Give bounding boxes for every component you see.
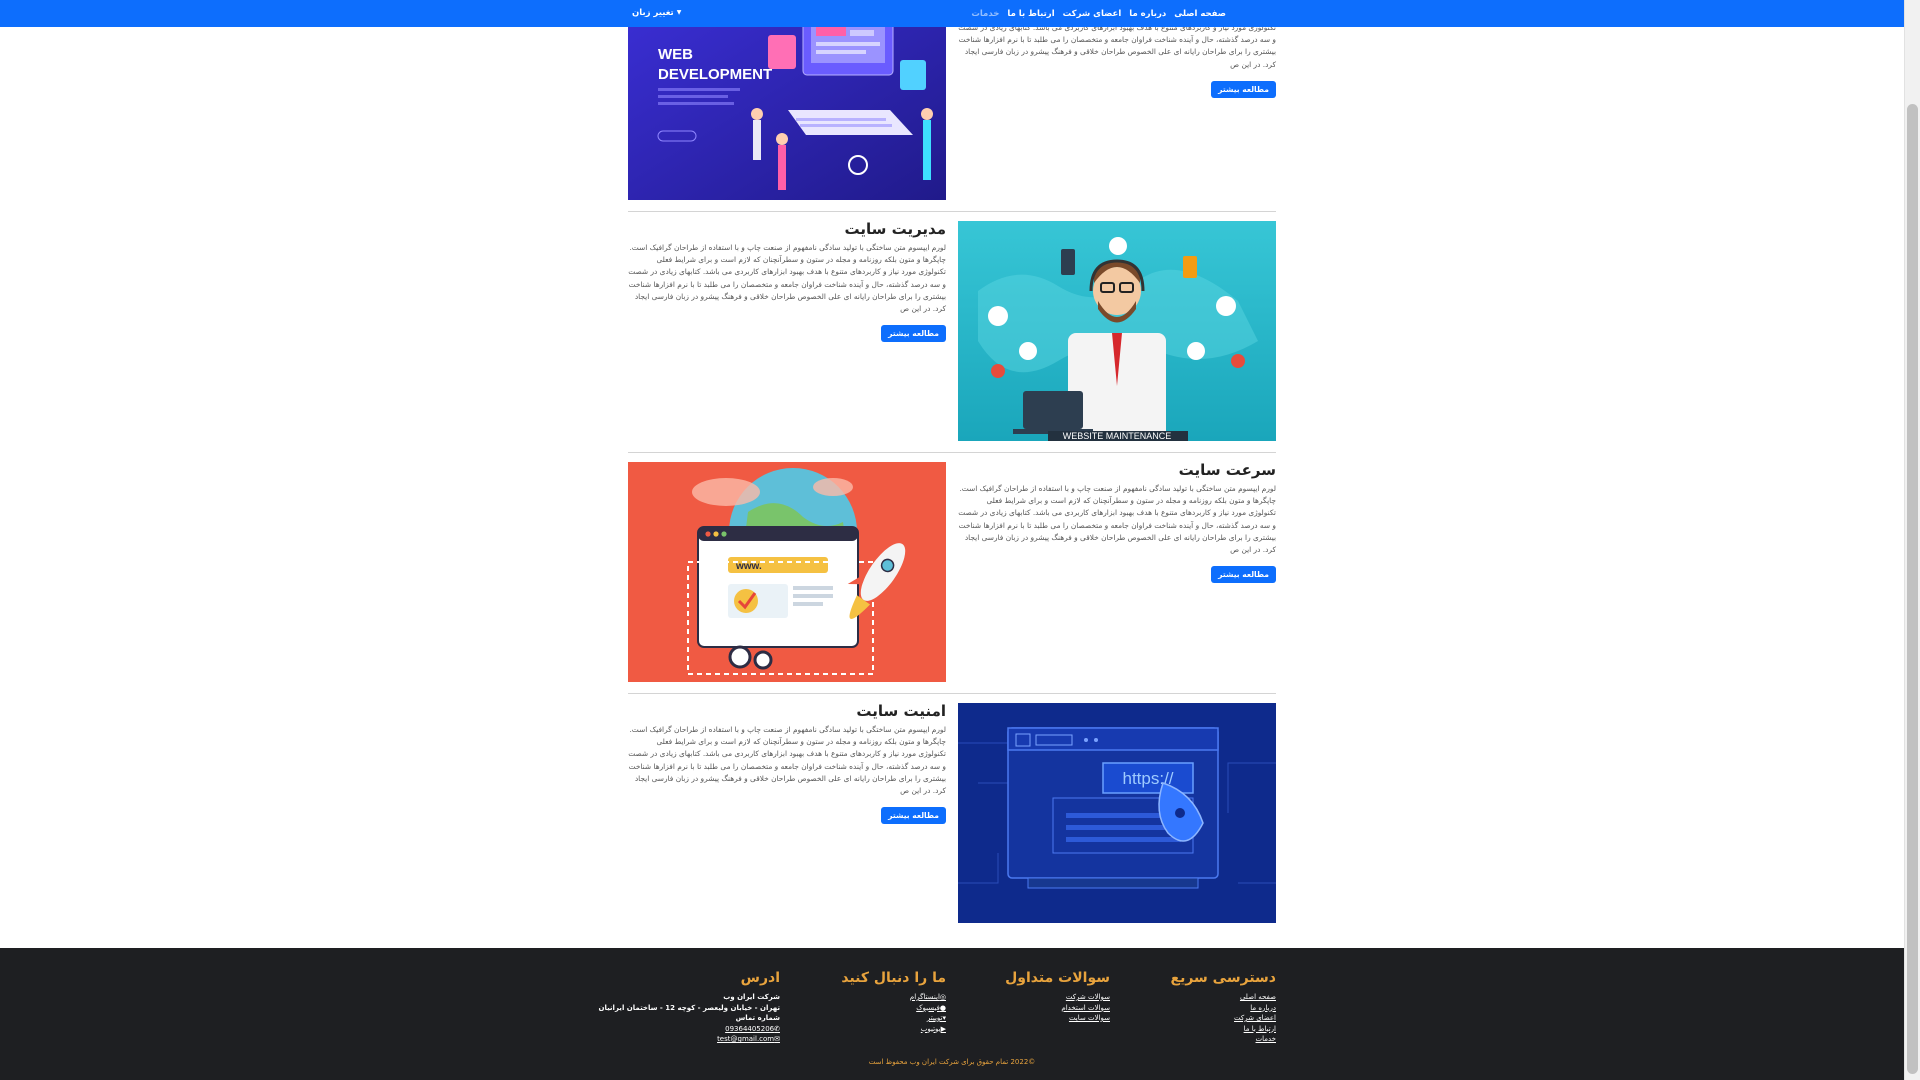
footer-address: ادرس شرکت ایران وب تهران - خیابان ولیعصر… xyxy=(598,970,780,1045)
facebook-icon: ● xyxy=(939,1003,946,1012)
service-4-text: امنیت سایت لورم ایپسوم متن ساختگی با تول… xyxy=(628,701,946,825)
site-security-illustration: https:// xyxy=(958,703,1276,923)
web-dev-caption-1: WEB xyxy=(658,46,693,63)
nav-link-members[interactable]: اعضای شرکت xyxy=(1063,9,1122,19)
nav-link-contact[interactable]: ارتباط با ما xyxy=(1007,9,1054,19)
footer-link-site-faq[interactable]: سوالات سایت xyxy=(1005,1013,1110,1024)
service-description: لورم ایپسوم متن ساختگی با تولید سادگی نا… xyxy=(628,243,946,314)
twitter-label: توییتر xyxy=(926,1014,943,1022)
site-security-image: https:// xyxy=(958,703,1276,923)
email-link[interactable]: ✉test@gmail.com xyxy=(598,1034,780,1045)
footer-link-home[interactable]: صفحه اصلی xyxy=(1171,992,1276,1003)
footer-quick-access: دسترسی سریع صفحه اصلی درباره ما اعضای شر… xyxy=(1171,970,1276,1045)
footer-link-about[interactable]: درباره ما xyxy=(1171,1003,1276,1014)
footer-link-company-faq[interactable]: سوالات شرکت xyxy=(1005,992,1110,1003)
read-more-button[interactable]: مطالعه بیشتر xyxy=(881,325,946,343)
maintenance-caption: WEBSITE MAINTENANCE xyxy=(1063,431,1172,441)
twitter-icon: ▾ xyxy=(942,1014,946,1022)
service-title: مدیریت سایت xyxy=(844,220,946,238)
youtube-icon: ▶ xyxy=(940,1024,946,1033)
footer-column-title: سوالات متداول xyxy=(1005,970,1110,986)
phone-number: 09364405206 xyxy=(725,1024,775,1033)
service-2-text: مدیریت سایت لورم ایپسوم متن ساختگی با تو… xyxy=(628,219,946,343)
web-development-illustration: WEB DEVELOPMENT xyxy=(628,0,946,200)
top-navbar: صفحه اصلی درباره ما اعضای شرکت ارتباط با… xyxy=(0,0,1904,27)
instagram-label: اینستاگرام xyxy=(909,993,940,1001)
envelope-icon: ✉ xyxy=(774,1035,780,1043)
phone-link[interactable]: ✆09364405206 xyxy=(598,1024,780,1035)
nav-link-home[interactable]: صفحه اصلی xyxy=(1174,9,1226,19)
footer-link-twitter[interactable]: ▾توییتر xyxy=(841,1013,946,1024)
nav-menu: صفحه اصلی درباره ما اعضای شرکت ارتباط با… xyxy=(971,0,1226,27)
youtube-label: یوتیوب xyxy=(920,1024,941,1033)
copyright-text: ©2022 تمام حقوق برای شرکت ایران وب محفوظ… xyxy=(868,1058,1036,1066)
phone-icon: ✆ xyxy=(774,1024,780,1033)
service-title: سرعت سایت xyxy=(1178,461,1276,479)
nav-link-services[interactable]: خدمات xyxy=(971,9,999,19)
footer-faq: سوالات متداول سوالات شرکت سوالات استخدام… xyxy=(1005,970,1110,1024)
footer-link-contact[interactable]: ارتباط با ما xyxy=(1171,1024,1276,1035)
scrollbar-thumb[interactable] xyxy=(1907,104,1918,1074)
website-maintenance-illustration: WEBSITE MAINTENANCE xyxy=(958,221,1276,441)
language-label: تغییر زبان xyxy=(632,8,674,18)
email-address: test@gmail.com xyxy=(717,1035,775,1043)
site-speed-illustration: www. xyxy=(628,462,946,682)
footer-link-members[interactable]: اعضای شرکت xyxy=(1171,1013,1276,1024)
divider xyxy=(628,211,1276,212)
service-1-text: تکنولوژی مورد نیاز و کاربردهای متنوع با … xyxy=(958,22,1276,98)
instagram-icon: ◎ xyxy=(939,993,946,1001)
site-speed-image: www. xyxy=(628,462,946,682)
service-description: لورم ایپسوم متن ساختگی با تولید سادگی نا… xyxy=(958,484,1276,555)
service-description: لورم ایپسوم متن ساختگی با تولید سادگی نا… xyxy=(628,725,946,796)
street-address: تهران - خیابان ولیعصر - کوچه 12 - ساختما… xyxy=(598,1003,780,1012)
footer-column-title: دسترسی سریع xyxy=(1170,970,1276,986)
service-title: امنیت سایت xyxy=(856,702,946,720)
nav-link-about[interactable]: درباره ما xyxy=(1129,9,1166,19)
phone-label: شماره تماس xyxy=(735,1014,780,1022)
page-scrollbar[interactable] xyxy=(1904,0,1920,1080)
web-development-image: WEB DEVELOPMENT xyxy=(628,0,946,200)
facebook-label: فیسبوک xyxy=(916,1003,940,1012)
read-more-button[interactable]: مطالعه بیشتر xyxy=(1211,80,1276,98)
website-maintenance-image: WEBSITE MAINTENANCE xyxy=(958,221,1276,441)
web-dev-caption-2: DEVELOPMENT xyxy=(658,66,772,83)
footer-link-youtube[interactable]: ▶یوتیوب xyxy=(841,1024,946,1035)
read-more-button[interactable]: مطالعه بیشتر xyxy=(1211,566,1276,584)
footer-link-instagram[interactable]: ◎اینستاگرام xyxy=(841,992,946,1003)
divider xyxy=(628,452,1276,453)
chevron-down-icon: ▼ xyxy=(676,9,682,16)
company-name: شرکت ایران وب xyxy=(723,993,780,1001)
site-footer: دسترسی سریع صفحه اصلی درباره ما اعضای شر… xyxy=(0,948,1904,1080)
footer-link-services[interactable]: خدمات xyxy=(1171,1034,1276,1045)
footer-link-hiring-faq[interactable]: سوالات استخدام xyxy=(1005,1003,1110,1014)
footer-column-title: ما را دنبال کنید xyxy=(841,970,946,986)
footer-link-facebook[interactable]: ●فیسبوک xyxy=(841,1003,946,1014)
read-more-button[interactable]: مطالعه بیشتر xyxy=(881,807,946,825)
service-1-description: تکنولوژی مورد نیاز و کاربردهای متنوع با … xyxy=(958,23,1276,69)
language-dropdown[interactable]: ▼تغییر زبان xyxy=(632,8,681,18)
speed-url-caption: www. xyxy=(735,561,762,572)
divider xyxy=(628,693,1276,694)
footer-column-title: ادرس xyxy=(740,970,780,986)
service-3-text: سرعت سایت لورم ایپسوم متن ساختگی با تولی… xyxy=(958,460,1276,584)
footer-follow-us: ما را دنبال کنید ◎اینستاگرام ●فیسبوک ▾تو… xyxy=(841,970,946,1034)
